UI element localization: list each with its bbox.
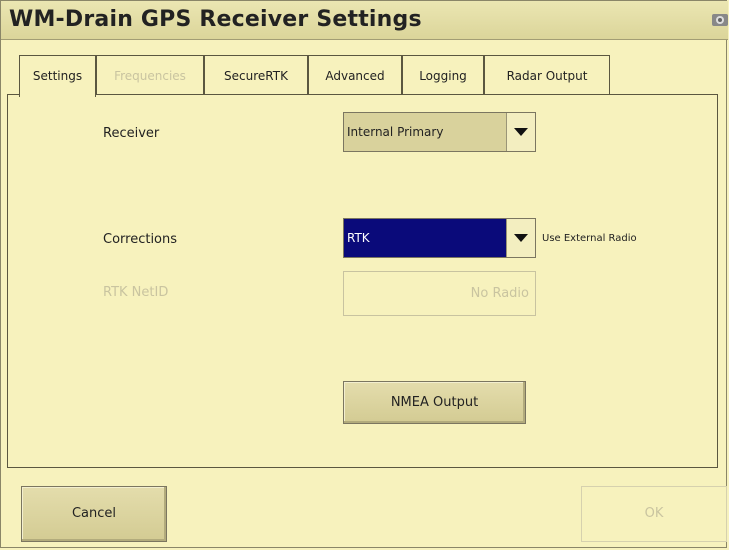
netid-field: No Radio xyxy=(343,271,536,316)
dropdown-arrow-icon[interactable] xyxy=(506,113,535,151)
camera-icon[interactable] xyxy=(710,8,728,30)
tab-logging[interactable]: Logging xyxy=(402,55,484,95)
nmea-output-button[interactable]: NMEA Output xyxy=(343,381,526,424)
tab-radar-output[interactable]: Radar Output xyxy=(484,55,610,95)
title-bar: WM-Drain GPS Receiver Settings xyxy=(1,1,728,40)
corrections-label: Corrections xyxy=(103,232,178,247)
tab-securertk[interactable]: SecureRTK xyxy=(204,55,308,95)
netid-label: RTK NetID xyxy=(103,285,169,300)
corrections-dropdown-value: RTK xyxy=(347,231,370,245)
tab-advanced[interactable]: Advanced xyxy=(308,55,402,95)
ok-button: OK xyxy=(581,486,727,542)
receiver-label: Receiver xyxy=(103,126,160,141)
receiver-dropdown[interactable]: Internal Primary xyxy=(343,112,536,152)
settings-panel: Receiver Internal Primary Corrections RT… xyxy=(7,94,718,468)
corrections-dropdown[interactable]: RTK xyxy=(343,218,536,258)
cancel-button[interactable]: Cancel xyxy=(21,486,167,542)
window-title: WM-Drain GPS Receiver Settings xyxy=(9,7,422,32)
dropdown-arrow-icon[interactable] xyxy=(506,219,535,257)
receiver-dropdown-value: Internal Primary xyxy=(347,125,444,139)
external-radio-label: Use External Radio xyxy=(542,233,637,244)
tab-settings[interactable]: Settings xyxy=(19,55,96,97)
tab-frequencies: Frequencies xyxy=(96,55,204,95)
